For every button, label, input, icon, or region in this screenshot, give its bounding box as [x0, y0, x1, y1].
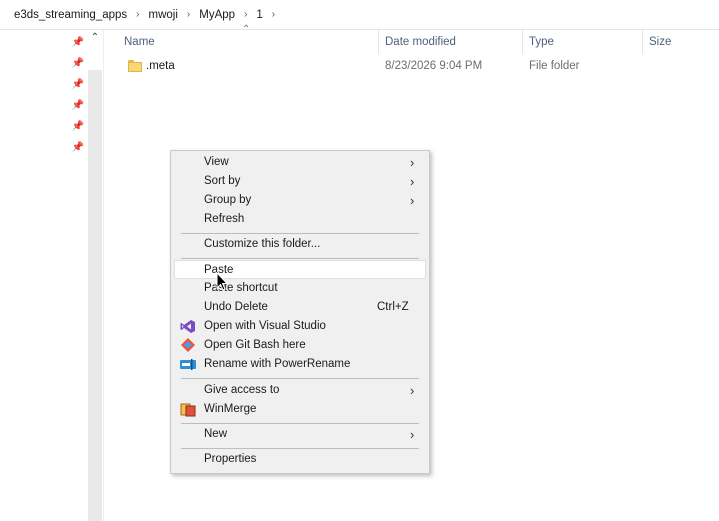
shortcut-label: Ctrl+Z	[377, 301, 409, 313]
menu-item-refresh[interactable]: Refresh	[174, 210, 426, 229]
chevron-right-icon[interactable]: ›	[129, 9, 146, 20]
menu-separator	[181, 448, 419, 449]
menu-separator	[181, 423, 419, 424]
menu-item-undo-delete[interactable]: Undo Delete Ctrl+Z	[174, 298, 426, 317]
menu-separator	[181, 258, 419, 259]
pin-icon[interactable]: 📌	[71, 57, 85, 71]
scroll-up-icon[interactable]: ⌃	[88, 32, 102, 48]
menu-item-give-access[interactable]: Give access to ›	[174, 381, 426, 400]
chevron-right-icon[interactable]: ›	[265, 9, 282, 20]
visual-studio-icon	[180, 320, 195, 333]
column-header-type[interactable]: Type	[529, 30, 554, 54]
file-type: File folder	[529, 60, 580, 72]
menu-item-sort-by[interactable]: Sort by ›	[174, 172, 426, 191]
column-divider[interactable]	[378, 30, 379, 54]
chevron-right-icon[interactable]: ›	[180, 9, 197, 20]
pin-icon[interactable]: 📌	[71, 78, 85, 92]
chevron-right-icon: ›	[410, 193, 415, 208]
column-header-size[interactable]: Size	[649, 30, 671, 54]
menu-item-group-by[interactable]: Group by ›	[174, 191, 426, 210]
chevron-right-icon: ›	[410, 174, 415, 189]
file-name: .meta	[146, 60, 175, 72]
column-header-name[interactable]: Name	[124, 30, 155, 54]
chevron-right-icon: ›	[410, 383, 415, 398]
pin-icon[interactable]: 📌	[71, 36, 85, 50]
column-header-date-modified[interactable]: Date modified	[385, 30, 456, 54]
pin-icon[interactable]: 📌	[71, 141, 85, 155]
column-divider[interactable]	[642, 30, 643, 54]
column-divider[interactable]	[522, 30, 523, 54]
menu-item-view[interactable]: View ›	[174, 153, 426, 172]
git-bash-icon	[181, 338, 195, 352]
menu-item-winmerge[interactable]: WinMerge	[174, 400, 426, 419]
breadcrumb-item[interactable]: mwoji	[147, 9, 180, 21]
menu-item-open-git-bash[interactable]: Open Git Bash here	[174, 336, 426, 355]
navigation-scrollbar[interactable]	[88, 70, 102, 521]
breadcrumb-item[interactable]: 1	[254, 9, 264, 21]
menu-item-new[interactable]: New ›	[174, 425, 426, 444]
menu-item-open-visual-studio[interactable]: Open with Visual Studio	[174, 317, 426, 336]
file-date-modified: 8/23/2026 9:04 PM	[385, 60, 483, 72]
pin-icon[interactable]: 📌	[71, 99, 85, 113]
menu-item-paste[interactable]: Paste	[174, 260, 426, 279]
file-row[interactable]: .meta 8/23/2026 9:04 PM File folder	[120, 57, 680, 77]
menu-item-power-rename[interactable]: Rename with PowerRename	[174, 355, 426, 374]
context-menu: View › Sort by › Group by › Refresh Cust…	[170, 150, 430, 474]
sort-ascending-icon: ⌃	[242, 24, 251, 35]
menu-item-paste-shortcut[interactable]: Paste shortcut	[174, 279, 426, 298]
address-bar[interactable]: e3ds_streaming_apps › mwoji › MyApp › 1 …	[0, 0, 719, 30]
chevron-right-icon: ›	[410, 155, 415, 170]
pin-icon[interactable]: 📌	[71, 120, 85, 134]
pane-divider	[103, 30, 104, 521]
breadcrumb-item[interactable]: e3ds_streaming_apps	[12, 9, 129, 21]
chevron-right-icon[interactable]: ›	[237, 9, 254, 20]
menu-separator	[181, 378, 419, 379]
folder-icon	[128, 60, 142, 72]
chevron-right-icon: ›	[410, 427, 415, 442]
power-rename-icon	[180, 359, 196, 370]
menu-item-customize-folder[interactable]: Customize this folder...	[174, 235, 426, 254]
menu-separator	[181, 233, 419, 234]
breadcrumb-item[interactable]: MyApp	[197, 9, 237, 21]
winmerge-icon	[180, 403, 196, 417]
mouse-cursor-icon	[216, 272, 229, 291]
menu-item-properties[interactable]: Properties	[174, 450, 426, 469]
